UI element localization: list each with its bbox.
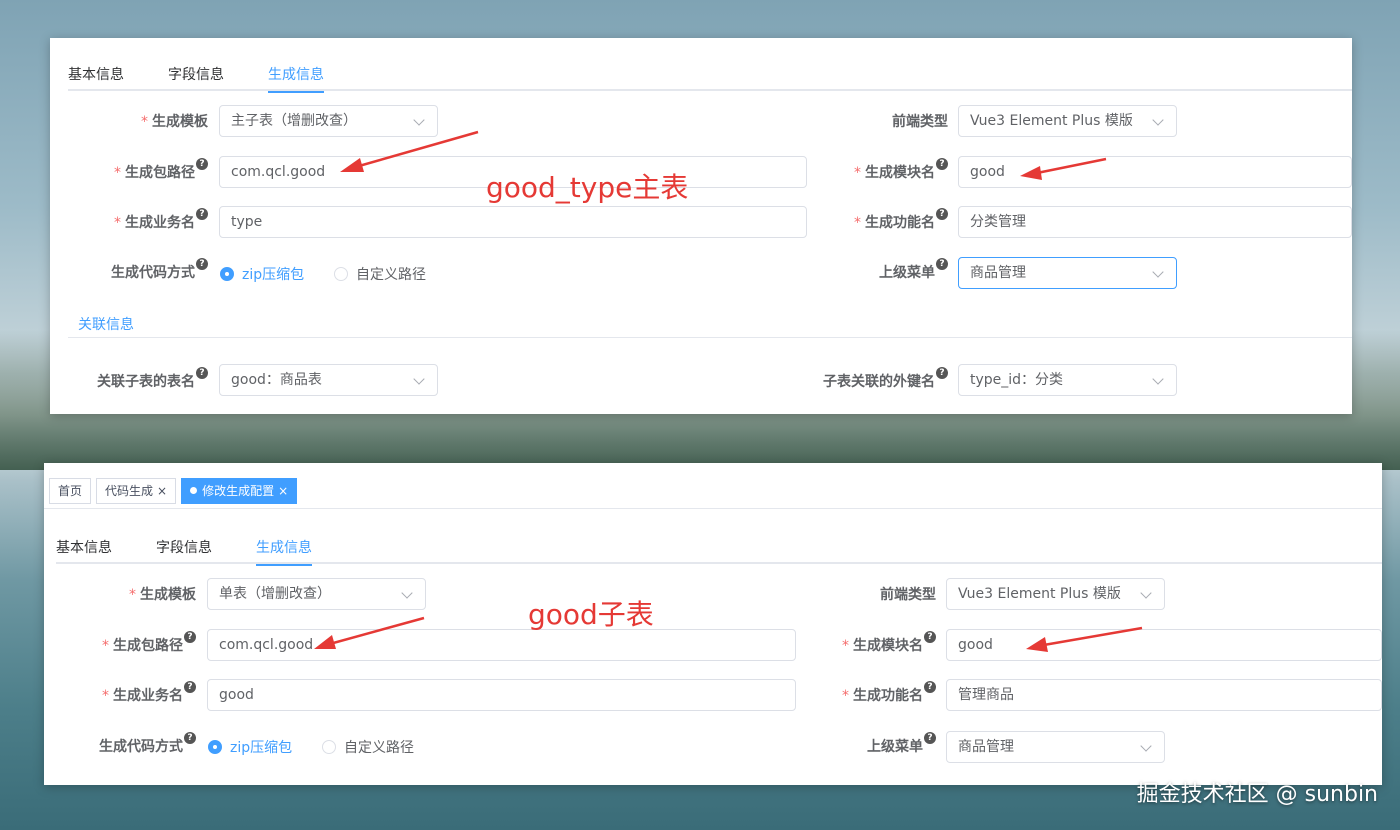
nav-divider (44, 508, 1382, 509)
fk-select[interactable]: type_id：分类 (958, 364, 1177, 396)
help-icon[interactable]: ? (196, 367, 208, 379)
sub-table-select[interactable]: good：商品表 (219, 364, 438, 396)
help-icon[interactable]: ? (184, 732, 196, 744)
business-input[interactable]: good (207, 679, 796, 711)
business-input[interactable]: type (219, 206, 807, 238)
function-input[interactable]: 分类管理 (958, 206, 1352, 238)
radio-checked-icon (220, 267, 234, 281)
menu-select[interactable]: 商品管理 (946, 731, 1165, 763)
tabs-divider (56, 562, 1382, 564)
business-label: * 生成业务名? (58, 681, 196, 705)
business-label: * 生成业务名? (70, 208, 208, 232)
arrow-icon (1026, 626, 1143, 652)
package-input[interactable]: com.qcl.good (207, 629, 796, 661)
radio-unchecked-icon (322, 740, 336, 754)
function-label: * 生成功能名? (810, 208, 948, 232)
radio-checked-icon (208, 740, 222, 754)
help-icon[interactable]: ? (936, 258, 948, 270)
help-icon[interactable]: ? (196, 208, 208, 220)
nav-tag-bar: 首页 代码生成 × 修改生成配置 × (49, 478, 298, 504)
help-icon[interactable]: ? (936, 367, 948, 379)
radio-custom-path[interactable]: 自定义路径 (322, 737, 414, 757)
fk-label: 子表关联的外键名? (790, 367, 948, 391)
help-icon[interactable]: ? (936, 208, 948, 220)
help-icon[interactable]: ? (184, 681, 196, 693)
relation-divider (68, 337, 1352, 338)
help-icon[interactable]: ? (924, 681, 936, 693)
help-icon[interactable]: ? (196, 258, 208, 270)
frontend-select[interactable]: Vue3 Element Plus 模版 (958, 105, 1177, 137)
template-label: * 生成模板 (141, 114, 208, 130)
active-dot-icon (190, 487, 198, 494)
arrow-icon (1020, 157, 1107, 180)
template-select[interactable]: 单表（增删改查） (207, 578, 426, 610)
menu-select[interactable]: 商品管理 (958, 257, 1177, 289)
close-icon[interactable]: × (278, 484, 288, 498)
module-input[interactable]: good (946, 629, 1382, 661)
annotation-main-table: good_type主表 (486, 171, 689, 204)
sub-table-label: 关联子表的表名? (60, 367, 208, 391)
help-icon[interactable]: ? (196, 158, 208, 170)
help-icon[interactable]: ? (924, 631, 936, 643)
frontend-label: 前端类型 (880, 587, 936, 603)
top-config-panel: 基本信息 字段信息 生成信息 * 生成模板 主子表（增删改查） * 生成包路径? c… (50, 38, 1352, 414)
module-input[interactable]: good (958, 156, 1352, 188)
relation-section-title: 关联信息 (78, 317, 134, 333)
arrow-icon (314, 616, 425, 649)
tabs-divider (68, 89, 1352, 91)
method-label: 生成代码方式? (58, 732, 196, 756)
radio-unchecked-icon (334, 267, 348, 281)
method-label: 生成代码方式? (70, 258, 208, 282)
close-icon[interactable]: × (157, 484, 167, 498)
frontend-label: 前端类型 (892, 114, 948, 130)
menu-label: 上级菜单? (798, 732, 936, 756)
annotation-sub-table: good子表 (528, 598, 654, 631)
menu-label: 上级菜单? (810, 258, 948, 282)
bottom-config-panel: 首页 代码生成 × 修改生成配置 × 基本信息 字段信息 生成信息 * 生成模板 单表… (44, 463, 1382, 785)
package-label: * 生成包路径? (70, 158, 208, 182)
function-input[interactable]: 管理商品 (946, 679, 1382, 711)
module-label: * 生成模块名? (798, 631, 936, 655)
radio-zip[interactable]: zip压缩包 (208, 737, 292, 757)
watermark: 掘金技术社区 @ sunbin (1136, 782, 1378, 807)
help-icon[interactable]: ? (924, 732, 936, 744)
nav-tag-edit-config[interactable]: 修改生成配置 × (181, 478, 298, 504)
function-label: * 生成功能名? (798, 681, 936, 705)
radio-custom-path[interactable]: 自定义路径 (334, 264, 426, 284)
help-icon[interactable]: ? (184, 631, 196, 643)
module-label: * 生成模块名? (810, 158, 948, 182)
nav-tag-codegen[interactable]: 代码生成 × (96, 478, 177, 504)
radio-zip[interactable]: zip压缩包 (220, 264, 304, 284)
template-label: * 生成模板 (129, 587, 196, 603)
help-icon[interactable]: ? (936, 158, 948, 170)
arrow-icon (340, 130, 479, 172)
nav-tag-home[interactable]: 首页 (49, 478, 92, 504)
frontend-select[interactable]: Vue3 Element Plus 模版 (946, 578, 1165, 610)
package-label: * 生成包路径? (58, 631, 196, 655)
